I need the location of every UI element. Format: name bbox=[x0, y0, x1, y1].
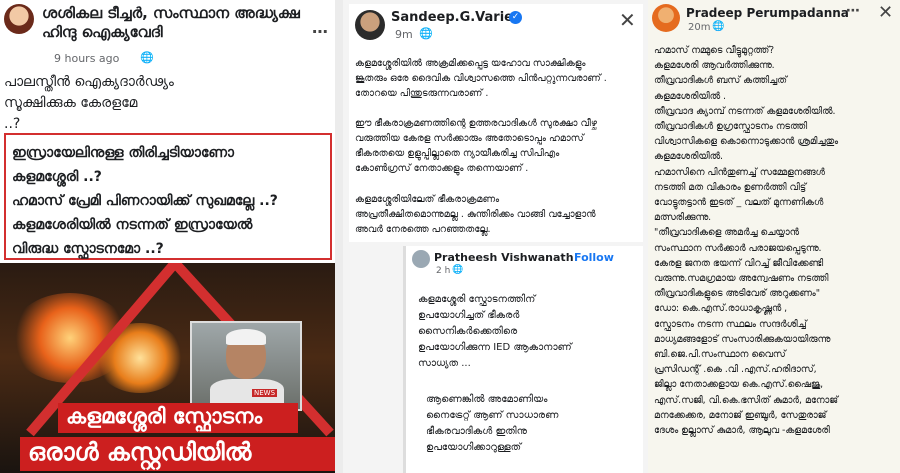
dot-separator: · bbox=[566, 250, 570, 263]
post-paragraph-2: ഈ ഭീകരാക്രമണത്തിന്റെ ഉത്തരവാദികൾ സുരക്ഷാ… bbox=[355, 118, 597, 174]
post-panel-sandeep: Sandeep.G.Varier ✓ 9m 🌐 ✕ കളമശ്ശേരിയിൽ അ… bbox=[343, 0, 648, 473]
post-paragraph-3: കളമശ്ശേരിയിലേത് ഭീകരാക്രമണം അപ്രതീക്ഷിതമ… bbox=[355, 194, 596, 235]
avatar[interactable] bbox=[355, 10, 385, 40]
post-panel-sasikala: ശശികല ടീച്ചർ, സംസ്ഥാന അദ്ധ്യക്ഷ ഹിന്ദു ഐ… bbox=[0, 0, 335, 473]
post-author[interactable]: Pradeep Perumpadanna bbox=[686, 6, 849, 20]
caption-line-2: ഒരാൾ കസ്റ്റഡിയിൽ bbox=[28, 438, 252, 466]
post-card: Sandeep.G.Varier ✓ 9m 🌐 ✕ കളമശ്ശേരിയിൽ അ… bbox=[349, 4, 643, 242]
post-timestamp[interactable]: 9 hours ago bbox=[54, 52, 119, 65]
post-timestamp[interactable]: 2 h bbox=[436, 266, 450, 276]
globe-icon: 🌐 bbox=[140, 51, 154, 64]
highlight-text: ഇസ്രായേലിനുള്ള തിരിച്ചടിയാണോ കളമശ്ശേരി .… bbox=[12, 145, 278, 257]
globe-icon: 🌐 bbox=[452, 265, 464, 275]
post-paragraph-2: ആണെങ്കിൽ അമോണിയം നൈട്രേറ്റ് ആണ് സാധാരണ ഭ… bbox=[426, 394, 559, 453]
news-image[interactable]: NEWS കളമശ്ശേരി സ്ഫോടനം ഒരാൾ കസ്റ്റഡിയിൽ bbox=[0, 263, 335, 473]
avatar[interactable] bbox=[412, 250, 430, 268]
post-author[interactable]: Sandeep.G.Varier bbox=[391, 10, 519, 25]
post-body: ഹമാസ് നമ്മുടെ വീട്ടുമുറ്റത്ത്? കളമശേരി ആ… bbox=[654, 45, 839, 437]
more-options-icon[interactable]: ⋯ bbox=[312, 22, 328, 41]
close-icon[interactable]: ✕ bbox=[619, 8, 636, 32]
caption-line-1: കളമശ്ശേരി സ്ഫോടനം bbox=[66, 404, 263, 428]
post-paragraph-1: കളമശ്ശേരി സ്ഫോടനത്തിന് ഉപയോഗിച്ചത് ഭീകരർ… bbox=[418, 294, 572, 369]
embedded-post-card: Pratheesh Vishwanath · Follow 2 h 🌐 കളമശ… bbox=[403, 246, 643, 473]
post-author[interactable]: ശശികല ടീച്ചർ, സംസ്ഥാന അദ്ധ്യക്ഷ ഹിന്ദു ഐ… bbox=[42, 4, 332, 42]
news-tag: NEWS bbox=[252, 389, 278, 397]
person-cap bbox=[226, 329, 266, 345]
post-timestamp[interactable]: 20m bbox=[688, 22, 710, 33]
follow-button[interactable]: Follow bbox=[574, 251, 614, 264]
close-icon[interactable]: ✕ bbox=[878, 2, 893, 23]
suspect-photo: NEWS bbox=[190, 321, 302, 413]
highlight-box: ഇസ്രായേലിനുള്ള തിരിച്ചടിയാണോ കളമശ്ശേരി .… bbox=[4, 133, 332, 260]
verified-badge-icon: ✓ bbox=[509, 11, 522, 24]
post-timestamp[interactable]: 9m bbox=[395, 28, 413, 41]
avatar[interactable] bbox=[4, 4, 34, 34]
globe-icon: 🌐 bbox=[419, 27, 433, 40]
post-author[interactable]: Pratheesh Vishwanath bbox=[434, 251, 574, 264]
post-paragraph-1: കളമശ്ശേരിയിൽ അക്രമിക്കപ്പെട്ട യഹോവ സാക്ഷ… bbox=[355, 58, 607, 99]
post-panel-pradeep: Pradeep Perumpadanna 20m 🌐 ⋯ ✕ ഹമാസ് നമ്… bbox=[648, 0, 900, 473]
more-options-icon[interactable]: ⋯ bbox=[846, 3, 860, 19]
avatar[interactable] bbox=[652, 4, 680, 32]
globe-icon: 🌐 bbox=[712, 21, 725, 32]
post-body: പാലസ്തീൻ ഐക്യദാർഢ്യം സൂക്ഷിക്കുക കേരളമേ … bbox=[4, 74, 174, 132]
